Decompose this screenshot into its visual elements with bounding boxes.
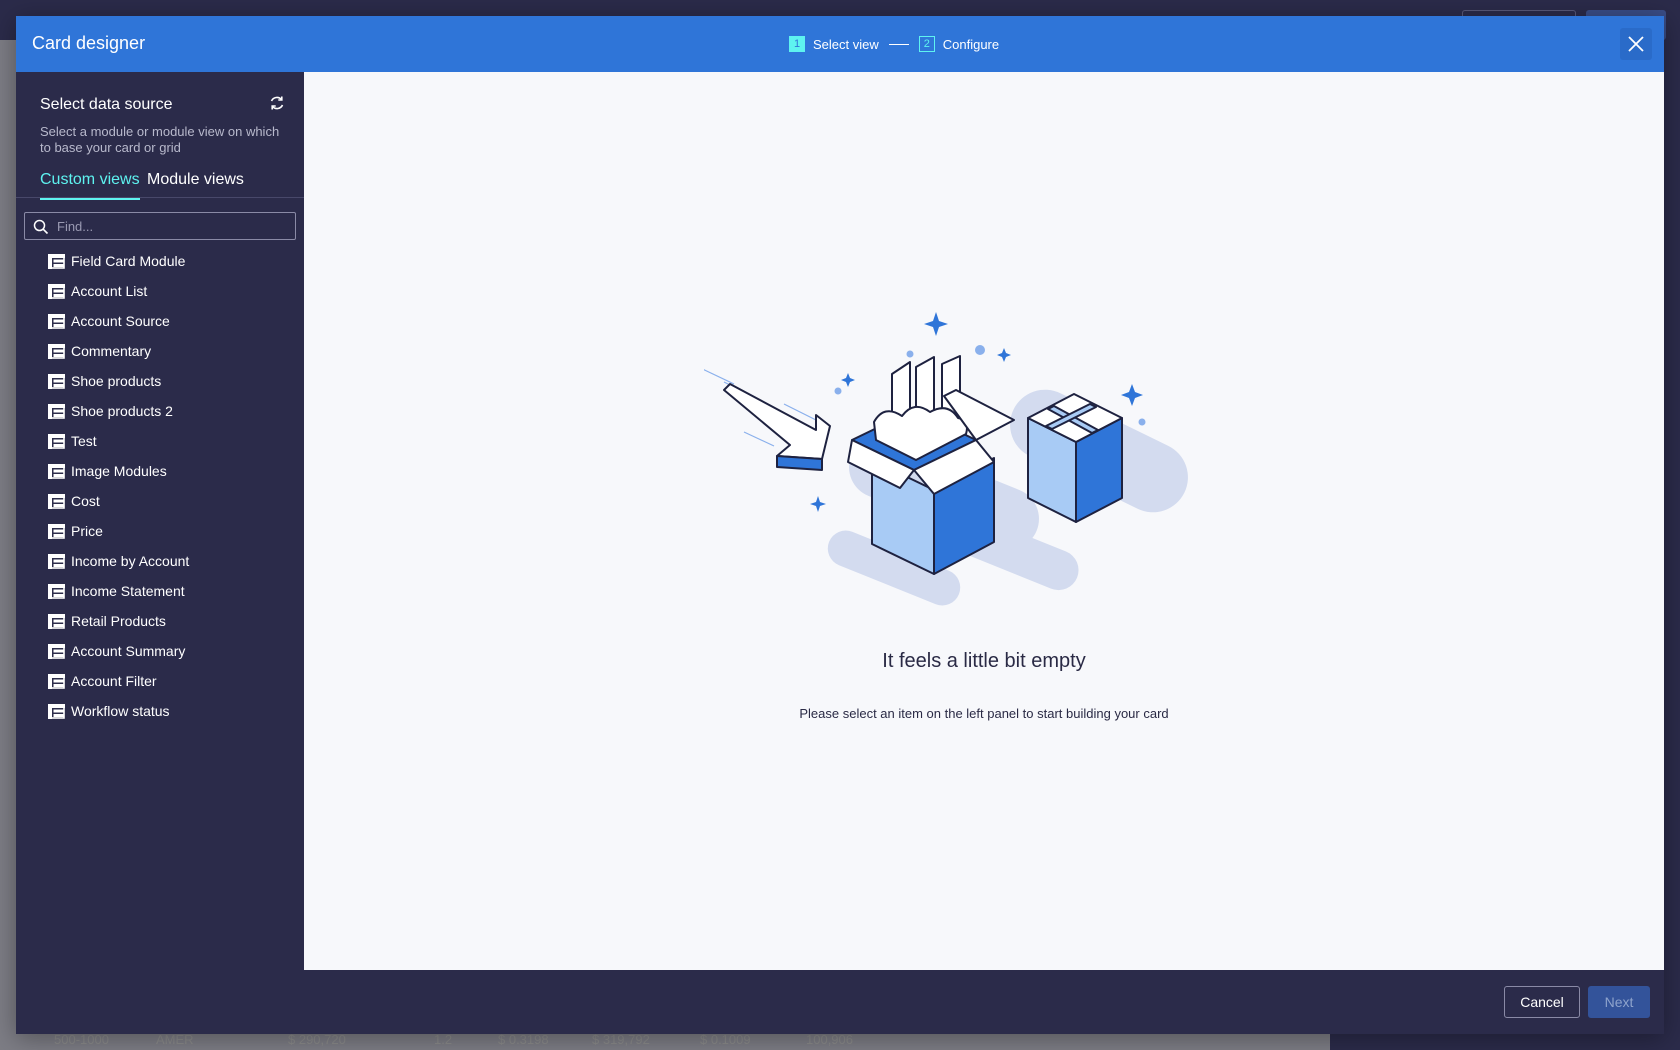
background-cell: 500-1000: [54, 1032, 109, 1047]
list-item-label: Cost: [71, 493, 100, 509]
list-item-label: Account Source: [71, 313, 170, 329]
list-item[interactable]: Account Summary: [16, 636, 304, 666]
list-item[interactable]: Workflow status: [16, 696, 304, 726]
background-cell: $ 0.1009: [700, 1032, 751, 1047]
list-item[interactable]: Field Card Module: [16, 246, 304, 276]
background-cell: $ 0.3198: [498, 1032, 549, 1047]
list-item-label: Income Statement: [71, 583, 185, 599]
list-item[interactable]: Image Modules: [16, 456, 304, 486]
refresh-icon[interactable]: [268, 94, 286, 112]
tab-custom-views[interactable]: Custom views: [40, 171, 140, 200]
background-cell: 100,906: [806, 1032, 853, 1047]
list-item[interactable]: Income Statement: [16, 576, 304, 606]
list-item-label: Retail Products: [71, 613, 166, 629]
step-1-label: Select view: [813, 36, 879, 52]
table-icon: [48, 403, 65, 419]
search-input[interactable]: [57, 216, 287, 236]
close-button[interactable]: [1620, 28, 1652, 60]
close-icon: [1628, 36, 1644, 52]
table-icon: [48, 433, 65, 449]
modal-title: Card designer: [32, 33, 146, 53]
table-icon: [48, 493, 65, 509]
search-icon: [33, 219, 49, 235]
main-panel: It feels a little bit empty Please selec…: [304, 72, 1664, 970]
list-item[interactable]: Cost: [16, 486, 304, 516]
list-item[interactable]: Shoe products: [16, 366, 304, 396]
list-item[interactable]: Test: [16, 426, 304, 456]
sidebar-description: Select a module or module view on which …: [40, 124, 280, 155]
table-icon: [48, 313, 65, 329]
table-icon: [48, 613, 65, 629]
background-cell: 1.2: [434, 1032, 453, 1047]
list-item-label: Test: [71, 433, 97, 449]
data-source-sidebar: Select data source Select a module or mo…: [16, 72, 304, 970]
list-item-label: Account List: [71, 283, 148, 299]
step-2-label: Configure: [942, 36, 1000, 52]
list-item-label: Account Filter: [71, 673, 157, 689]
empty-state-illustration: [704, 312, 1188, 606]
table-icon: [48, 583, 65, 599]
table-icon: [48, 343, 65, 359]
step-2-number: 2: [918, 36, 935, 52]
empty-state-title: It feels a little bit empty: [882, 650, 1086, 672]
table-icon: [48, 463, 65, 479]
list-item-label: Price: [71, 523, 103, 539]
tab-module-views[interactable]: Module views: [147, 171, 244, 198]
list-item[interactable]: Account Source: [16, 306, 304, 336]
step-1-number: 1: [789, 36, 805, 52]
list-item-label: Image Modules: [71, 463, 167, 479]
step-connector: [888, 43, 909, 45]
list-item[interactable]: Shoe products 2: [16, 396, 304, 426]
list-item[interactable]: Price: [16, 516, 304, 546]
card-designer-modal: Card designer 1 Select view 2 Configure …: [16, 16, 1664, 1034]
modal-footer: Cancel Next: [16, 970, 1664, 1034]
list-item-label: Field Card Module: [71, 253, 186, 269]
cancel-button[interactable]: Cancel: [1504, 986, 1580, 1018]
list-item-label: Shoe products: [71, 373, 162, 389]
table-icon: [48, 643, 65, 659]
list-item[interactable]: Account Filter: [16, 666, 304, 696]
data-source-list: Field Card Module Account List Account Sou…: [16, 246, 304, 726]
list-item[interactable]: Commentary: [16, 336, 304, 366]
background-cell: $ 290,720: [288, 1032, 346, 1047]
list-item-label: Account Summary: [71, 643, 186, 659]
table-icon: [48, 703, 65, 719]
table-icon: [48, 283, 65, 299]
view-tabs: Custom views Module views: [16, 164, 304, 200]
table-icon: [48, 673, 65, 689]
list-item-label: Shoe products 2: [71, 403, 173, 419]
background-cell: $ 319,792: [592, 1032, 650, 1047]
modal-header: Card designer 1 Select view 2 Configure: [16, 16, 1664, 72]
empty-state-description: Please select an item on the left panel …: [799, 706, 1169, 721]
table-icon: [48, 373, 65, 389]
search-box: [24, 212, 296, 240]
sidebar-title: Select data source: [40, 96, 173, 113]
background-cell: AMER: [156, 1032, 194, 1047]
table-icon: [48, 553, 65, 569]
list-item-label: Commentary: [71, 343, 152, 359]
table-icon: [48, 253, 65, 269]
list-item-label: Workflow status: [71, 703, 170, 719]
table-icon: [48, 523, 65, 539]
list-item[interactable]: Account List: [16, 276, 304, 306]
list-item[interactable]: Income by Account: [16, 546, 304, 576]
stepper: 1 Select view 2 Configure: [789, 36, 999, 52]
list-item[interactable]: Retail Products: [16, 606, 304, 636]
list-item-label: Income by Account: [71, 553, 190, 569]
next-button[interactable]: Next: [1588, 986, 1650, 1018]
